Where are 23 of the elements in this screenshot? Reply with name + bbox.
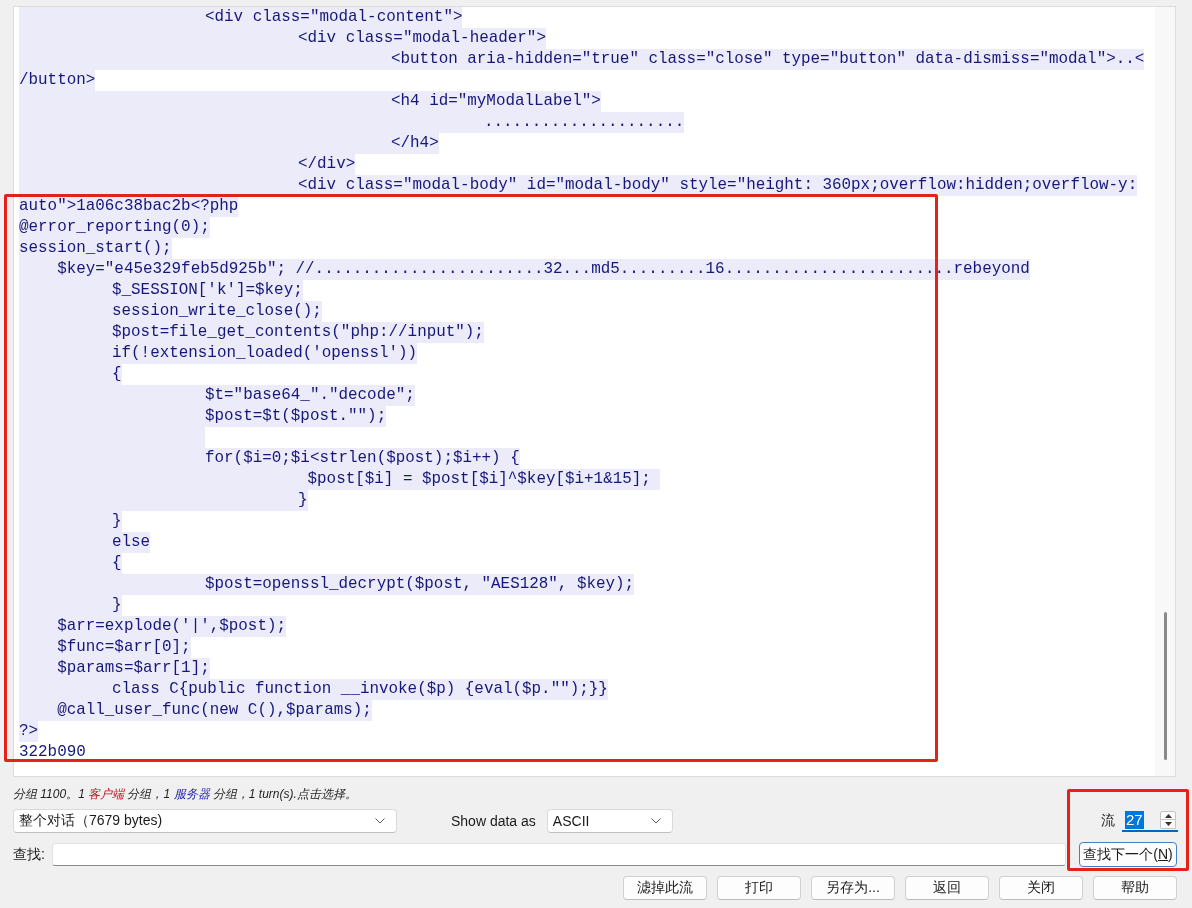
spin-down-button[interactable] [1160,820,1176,829]
show-data-label: Show data as [451,813,536,829]
find-field[interactable] [51,843,1066,866]
conversation-select[interactable]: 整个对话（7679 bytes) [13,809,397,833]
down-triangle-icon [1164,822,1172,826]
dialog-button[interactable]: 滤掉此流 [623,876,707,900]
find-label: 查找: [13,845,45,864]
dialog-button[interactable]: 打印 [717,876,801,900]
chevron-down-icon [375,818,385,824]
chevron-down-icon [650,818,661,824]
dialog-button[interactable]: 关闭 [999,876,1083,900]
code-line: 322b090 [19,742,86,763]
scrollbar[interactable] [1155,7,1175,776]
dialog-button[interactable]: 帮助 [1093,876,1177,900]
up-triangle-icon [1164,813,1172,818]
data-format-select[interactable]: ASCII [546,809,673,833]
find-next-button[interactable]: 查找下一个(N) [1079,842,1177,867]
scrollbar-thumb[interactable] [1163,612,1167,760]
dialog-button[interactable]: 另存为... [811,876,895,900]
stream-label: 流 [1101,812,1115,830]
dialog-button[interactable]: 返回 [905,876,989,900]
stream-number-field[interactable]: 27 [1122,810,1178,832]
status-text: 分组 1100。1 客户端 分组，1 服务器 分组，1 turn(s).点击选择。 [13,786,357,802]
